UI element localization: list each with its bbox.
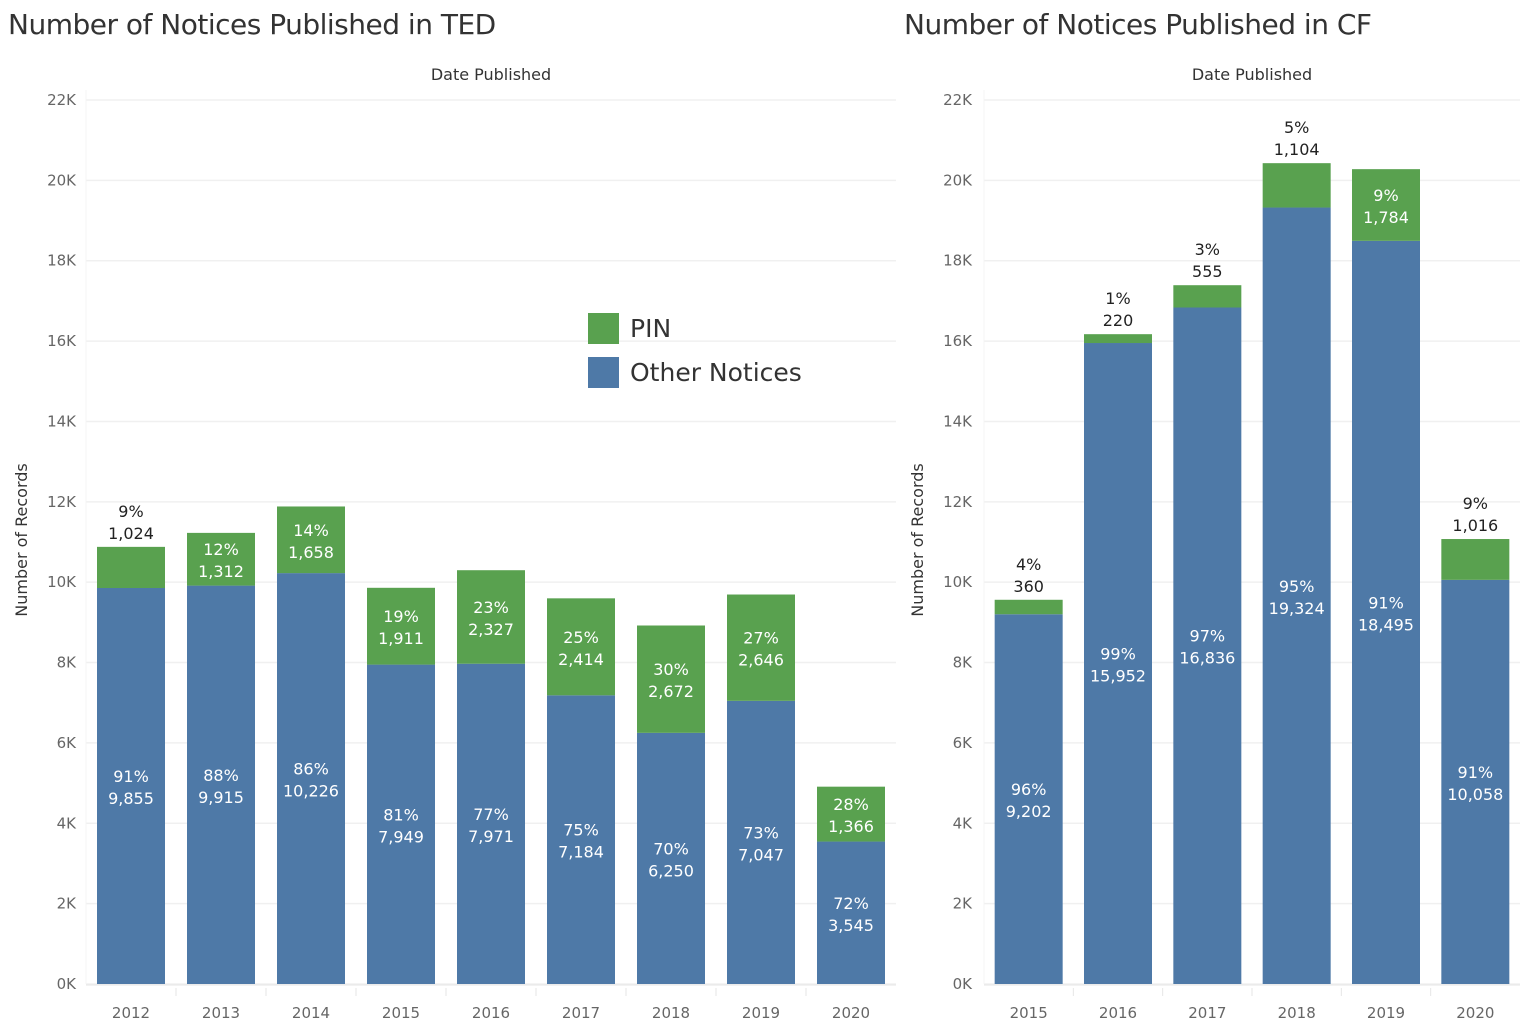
y-tick-label: 14K <box>943 412 973 430</box>
data-label-pin-percent: 5% <box>1284 118 1309 137</box>
y-tick-label: 20K <box>943 171 973 189</box>
y-tick-label: 2K <box>953 895 974 913</box>
data-label-other-value: 9,202 <box>1006 802 1052 821</box>
data-label-pin-value: 220 <box>1103 311 1134 330</box>
data-label-other-value: 18,495 <box>1358 615 1414 634</box>
y-tick-label: 10K <box>943 573 973 591</box>
data-label-pin-value: 555 <box>1192 262 1223 281</box>
data-label-pin-value: 1,104 <box>1274 140 1320 159</box>
legend-item-other-notices[interactable]: Other Notices <box>588 350 802 394</box>
data-label-other-value: 10,058 <box>1447 785 1503 804</box>
bar-pin[interactable] <box>1173 285 1242 308</box>
bar-pin[interactable] <box>1262 163 1331 208</box>
x-tick-label: 2017 <box>1188 1004 1226 1022</box>
bar-pin[interactable] <box>994 599 1063 615</box>
data-label-pin-percent: 1% <box>1105 289 1130 308</box>
y-axis-title: Number of Records <box>908 463 927 616</box>
data-label-other-percent: 99% <box>1100 645 1136 664</box>
legend-swatch-pin <box>588 312 619 344</box>
legend-item-pin[interactable]: PIN <box>588 306 802 350</box>
cf-chart: Date Published Number of Records 0K 2K 4K 6K 8… <box>908 65 1520 1022</box>
y-tick-label: 4K <box>953 814 974 832</box>
bar-pin[interactable] <box>1084 334 1152 344</box>
y-tick-label: 6K <box>953 734 974 752</box>
data-label-other-percent: 96% <box>1011 780 1047 799</box>
data-label-pin-percent: 9% <box>1463 494 1488 513</box>
data-label-pin-percent: 3% <box>1195 240 1220 259</box>
y-tick-label: 16K <box>943 332 973 350</box>
data-label-pin-percent: 4% <box>1016 555 1041 574</box>
x-tick-label: 2018 <box>1278 1004 1316 1022</box>
legend-label-pin: PIN <box>630 313 672 343</box>
data-label-pin-value: 1,016 <box>1452 516 1498 535</box>
data-label-other-value: 19,324 <box>1269 599 1325 618</box>
legend-label-other-notices: Other Notices <box>630 357 802 387</box>
data-label-other-value: 15,952 <box>1090 667 1146 686</box>
bar-pin[interactable] <box>1441 539 1510 580</box>
legend: PIN Other Notices <box>588 306 802 394</box>
data-label-other-percent: 97% <box>1190 627 1226 646</box>
x-axis-title: Date Published <box>1192 65 1312 84</box>
y-tick-label: 0K <box>953 975 974 993</box>
data-label-other-percent: 91% <box>1368 593 1404 612</box>
legend-swatch-other-notices <box>588 356 619 388</box>
data-label-pin-percent: 9% <box>1373 186 1398 205</box>
y-tick-label: 18K <box>943 252 973 270</box>
y-tick-label: 22K <box>943 91 973 109</box>
data-label-other-percent: 91% <box>1458 763 1494 782</box>
y-tick-label: 8K <box>953 654 974 672</box>
x-tick-label: 2020 <box>1456 1004 1494 1022</box>
x-tick-label: 2016 <box>1099 1004 1137 1022</box>
y-tick-label: 12K <box>943 493 973 511</box>
data-label-pin-value: 360 <box>1013 577 1044 596</box>
x-tick-label: 2019 <box>1367 1004 1405 1022</box>
data-label-other-value: 16,836 <box>1179 649 1235 668</box>
data-label-other-percent: 95% <box>1279 577 1315 596</box>
x-tick-label: 2015 <box>1010 1004 1048 1022</box>
data-label-pin-value: 1,784 <box>1363 208 1409 227</box>
